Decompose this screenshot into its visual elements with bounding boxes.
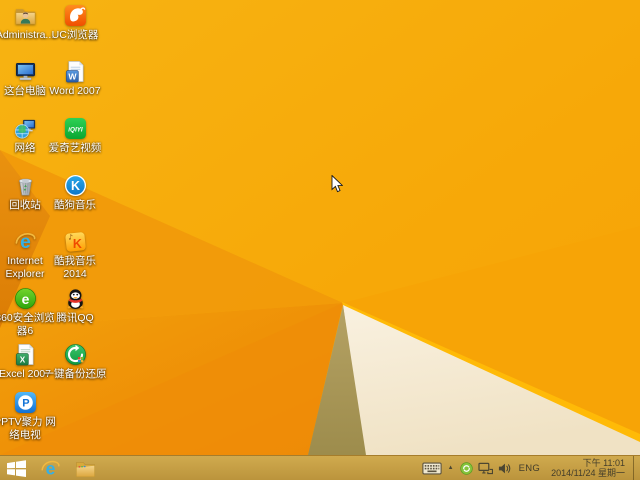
taskbar-ie-button[interactable]: e	[33, 456, 68, 480]
desktop-icon-label: PPTV聚力 网 络电视	[0, 416, 66, 441]
360-green-e-icon: e	[14, 287, 37, 310]
taskbar-file-explorer-button[interactable]	[68, 456, 103, 480]
clock-date: 2014/11/24 星期一	[551, 468, 625, 479]
desktop-icon-label: UC浏览器	[33, 29, 118, 42]
ie-blue-e-icon: e	[14, 230, 37, 253]
desktop-icon-kugou-music[interactable]: K 酷狗音乐	[50, 174, 100, 212]
folder-icon	[75, 459, 96, 478]
360-safety-tray-icon	[460, 462, 473, 475]
qq-penguin-icon	[64, 287, 87, 310]
chevron-up-icon[interactable]: ▲	[447, 465, 455, 471]
desktop-icon-iqiyi-video[interactable]: iQIYI 爱奇艺视频	[50, 117, 100, 155]
desktop-icon-uc-browser[interactable]: UC浏览器	[50, 4, 100, 42]
desktop-icon-backup-restore[interactable]: 一键备份还原	[50, 343, 100, 381]
iqiyi-green-icon: iQIYI	[64, 117, 87, 140]
language-indicator[interactable]: ENG	[516, 463, 544, 474]
tray-volume-icon[interactable]	[498, 462, 511, 475]
recycle-bin-icon	[14, 174, 37, 197]
show-desktop-button[interactable]	[633, 456, 639, 480]
tray-360-safety-icon[interactable]	[460, 462, 473, 475]
svg-text:W: W	[68, 72, 77, 82]
computer-monitor-icon	[14, 60, 37, 83]
network-status-icon	[478, 462, 493, 475]
svg-text:P: P	[22, 398, 29, 410]
desktop-icon-label: 酷狗音乐	[33, 199, 118, 212]
ie-blue-e-icon: e	[40, 458, 61, 479]
desktop-icon-kuwo-music[interactable]: K ♪ 酷我音乐 2014	[50, 230, 100, 280]
svg-text:K: K	[72, 237, 81, 251]
start-button[interactable]	[0, 456, 33, 480]
excel-document-icon: X	[14, 343, 37, 366]
word-document-icon: W	[64, 60, 87, 83]
svg-text:iQIYI: iQIYI	[68, 126, 83, 133]
user-folder-icon	[14, 4, 37, 27]
system-tray: ▲ ENG	[422, 456, 640, 480]
svg-text:K: K	[71, 179, 80, 193]
kuwo-k-note-icon: K ♪	[64, 230, 87, 253]
uc-browser-icon	[64, 4, 87, 27]
desktop-icon-label: 一键备份还原	[33, 368, 118, 381]
tray-network-icon[interactable]	[478, 462, 493, 475]
network-globe-icon	[14, 117, 37, 140]
clock-time: 下午 11:01	[551, 458, 625, 469]
svg-text:e: e	[21, 291, 29, 307]
svg-text:X: X	[19, 356, 25, 365]
desktop-icon-label: 腾讯QQ	[33, 312, 118, 325]
backup-restore-arrow-icon	[64, 343, 87, 366]
desktop-icon-pptv[interactable]: P PPTV聚力 网 络电视	[1, 391, 49, 441]
touch-keyboard-button[interactable]	[422, 462, 442, 475]
pptv-p-icon: P	[14, 391, 37, 414]
volume-icon	[498, 462, 511, 475]
taskbar-clock[interactable]: 下午 11:01 2014/11/24 星期一	[548, 458, 628, 479]
desktop-icon-tencent-qq[interactable]: 腾讯QQ	[50, 287, 100, 325]
keyboard-icon	[422, 462, 442, 475]
desktop-icon-label: 酷我音乐 2014	[33, 255, 118, 280]
windows-logo-icon	[7, 460, 26, 477]
desktop: Administra... UC浏览器 这台电脑 W Word 2007	[0, 0, 640, 480]
kugou-k-circle-icon: K	[64, 174, 87, 197]
taskbar: e ▲	[0, 455, 640, 480]
desktop-icon-word-2007[interactable]: W Word 2007	[50, 60, 100, 98]
desktop-icon-label: Word 2007	[33, 85, 118, 98]
svg-text:♪: ♪	[68, 233, 73, 242]
desktop-icon-label: 爱奇艺视频	[33, 142, 118, 155]
